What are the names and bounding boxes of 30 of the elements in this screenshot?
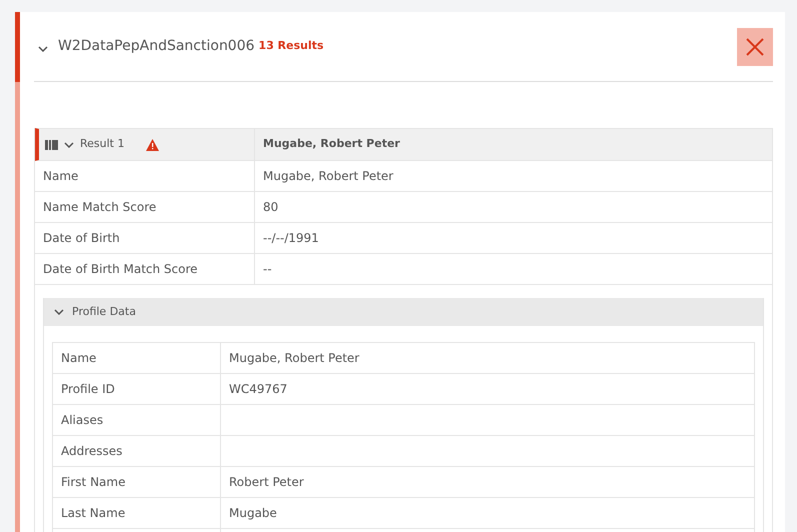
field-value: Robert Peter <box>228 474 305 491</box>
barcode-icon <box>45 140 58 150</box>
field-value: -- <box>262 261 273 278</box>
profile-title: Profile Data <box>72 304 136 320</box>
field-label: Addresses <box>53 436 221 466</box>
chevron-icon[interactable] <box>54 309 64 315</box>
field-value: Mugabe, Robert Peter <box>228 350 360 367</box>
chevron-icon[interactable] <box>38 46 48 52</box>
close-icon <box>745 36 765 56</box>
field-label: Profile ID <box>53 374 221 404</box>
field-value: --/--/1991 <box>262 230 320 247</box>
field-label: Name <box>35 161 255 191</box>
result-label: Result 1 <box>80 136 124 152</box>
field-value: Mugabe, Robert Peter <box>262 168 394 185</box>
close-button[interactable] <box>737 28 773 66</box>
field-label: Last Name <box>53 498 221 528</box>
profile-header[interactable]: Profile Data <box>44 298 763 326</box>
section-title: W2DataPepAndSanction006 <box>58 37 255 56</box>
field-label: Name Match Score <box>35 192 255 222</box>
field-label: Date of Birth Match Score <box>35 254 255 284</box>
results-count: 13 Results <box>258 38 324 54</box>
result-name: Mugabe, Robert Peter <box>262 136 401 152</box>
field-label: First Name <box>53 467 221 497</box>
field-value: WC49767 <box>228 381 288 398</box>
field-value: Mugabe <box>228 505 278 522</box>
chevron-icon[interactable] <box>64 142 74 148</box>
field-label: Date of Birth <box>35 223 255 253</box>
field-value: 80 <box>262 199 280 216</box>
field-label: Aliases <box>53 405 221 435</box>
field-label: Name <box>53 343 221 373</box>
